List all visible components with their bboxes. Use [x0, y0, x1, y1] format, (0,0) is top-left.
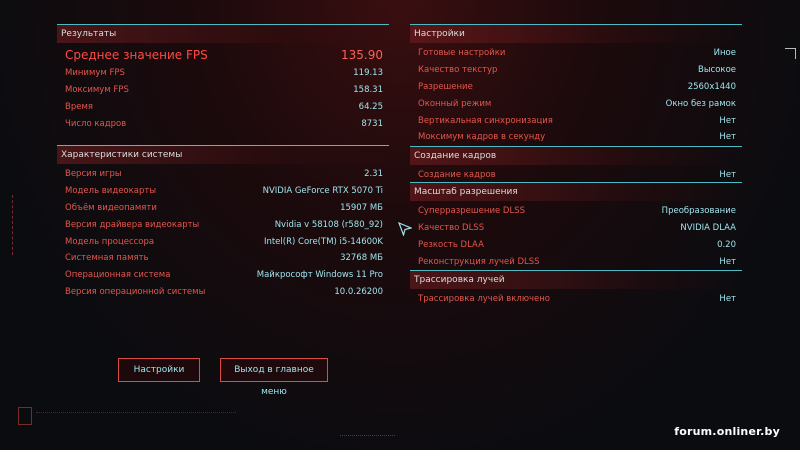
- system-row: Операционная система Майкрософт Windows 1…: [57, 267, 389, 284]
- row-label: Системная память: [65, 253, 149, 264]
- result-row: Число кадров 8731: [57, 115, 389, 132]
- frame-gen-panel: Создание кадров Создание кадров Нет: [410, 146, 742, 184]
- settings-row: Готовые настройки Иное: [410, 45, 742, 62]
- settings-row: Качество текстур Высокое: [410, 62, 742, 79]
- row-value: Высокое: [698, 65, 736, 76]
- row-value: 10.0.26200: [334, 286, 383, 297]
- result-row: Минимум FPS 119.13: [57, 65, 389, 82]
- row-label: Операционная система: [65, 270, 171, 281]
- row-label: Модель процессора: [65, 236, 155, 247]
- raytracing-panel: Трассировка лучей Трассировка лучей вклю…: [410, 270, 742, 308]
- row-value: Преобразование: [661, 206, 736, 217]
- settings-row: Оконный режим Окно без рамок: [410, 95, 742, 112]
- avg-fps-value: 135.90: [341, 48, 383, 62]
- row-label: Объём видеопамяти: [65, 202, 157, 213]
- results-header: Результаты: [57, 24, 389, 43]
- system-row: Версия игры 2.31: [57, 166, 389, 183]
- row-label: Версия операционной системы: [65, 286, 206, 297]
- avg-fps-label: Среднее значение FPS: [65, 48, 208, 62]
- row-label: Создание кадров: [418, 170, 496, 181]
- raytracing-row: Трассировка лучей включено Нет: [410, 291, 742, 308]
- row-value: Нет: [719, 256, 736, 267]
- settings-button[interactable]: Настройки: [118, 358, 200, 382]
- scaling-row: Резкость DLAA 0.20: [410, 237, 742, 254]
- row-value: 32768 МБ: [340, 253, 383, 264]
- system-row: Версия операционной системы 10.0.26200: [57, 284, 389, 301]
- row-label: Реконструкция лучей DLSS: [418, 256, 540, 267]
- settings-header: Настройки: [410, 24, 742, 43]
- row-label: Качество текстур: [418, 65, 498, 76]
- row-label: Готовые настройки: [418, 48, 506, 59]
- row-value: Nvidia v 58108 (r580_92): [274, 219, 383, 230]
- row-value: 0.20: [717, 239, 736, 250]
- system-row: Объём видеопамяти 15907 МБ: [57, 200, 389, 217]
- row-value: Нет: [719, 115, 736, 126]
- settings-panel: Настройки Готовые настройки Иное Качество…: [410, 24, 742, 146]
- row-label: Суперразрешение DLSS: [418, 206, 525, 217]
- system-header: Характеристики системы: [57, 145, 389, 164]
- result-row: Время 64.25: [57, 99, 389, 116]
- system-panel: Характеристики системы Версия игры 2.31 М…: [57, 145, 389, 300]
- left-edge-ticks: [12, 195, 16, 255]
- row-value: Нет: [719, 170, 736, 181]
- row-label: Оконный режим: [418, 98, 492, 109]
- row-value: Окно без рамок: [665, 98, 736, 109]
- settings-row: Разрешение 2560x1440: [410, 79, 742, 96]
- system-row: Модель видеокарты NVIDIA GeForce RTX 5070…: [57, 183, 389, 200]
- row-value: NVIDIA GeForce RTX 5070 Ti: [262, 186, 383, 197]
- scaling-row: Качество DLSS NVIDIA DLAA: [410, 220, 742, 237]
- bottom-tick-line: [36, 412, 236, 419]
- main-menu-button[interactable]: Выход в главное меню: [220, 358, 328, 397]
- row-label: Число кадров: [65, 118, 127, 129]
- scaling-row: Реконструкция лучей DLSS Нет: [410, 253, 742, 270]
- row-label: Версия драйвера видеокарты: [65, 219, 200, 230]
- top-right-corner-mark: [785, 48, 796, 59]
- bottom-center-tick-line: [340, 435, 395, 437]
- row-value: Майкрософт Windows 11 Pro: [256, 270, 383, 281]
- system-row: Версия драйвера видеокарты Nvidia v 58108…: [57, 216, 389, 233]
- row-label: Минимум FPS: [65, 68, 125, 79]
- row-label: Трассировка лучей включено: [418, 294, 550, 305]
- row-label: Моксимум FPS: [65, 85, 129, 96]
- row-value: 8731: [361, 118, 383, 129]
- row-value: Иное: [713, 48, 736, 59]
- scaling-header: Масштаб разрешения: [410, 182, 742, 201]
- frame-gen-header: Создание кадров: [410, 146, 742, 165]
- row-label: Модель видеокарты: [65, 186, 157, 197]
- row-value: NVIDIA DLAA: [680, 223, 736, 234]
- row-value: 2560x1440: [687, 81, 736, 92]
- avg-fps-row: Среднее значение FPS 135.90: [57, 45, 389, 65]
- row-label: Версия игры: [65, 169, 122, 180]
- row-value: Нет: [719, 132, 736, 143]
- row-value: 2.31: [364, 169, 383, 180]
- row-value: Intel(R) Core(TM) i5-14600K: [263, 236, 383, 247]
- settings-row: Моксимум кадров в секунду Нет: [410, 129, 742, 146]
- row-value: 158.31: [353, 85, 383, 96]
- results-panel: Результаты Среднее значение FPS 135.90 М…: [57, 24, 389, 132]
- scaling-panel: Масштаб разрешения Суперразрешение DLSS П…: [410, 182, 742, 270]
- row-label: Качество DLSS: [418, 223, 485, 234]
- system-row: Модель процессора Intel(R) Core(TM) i5-14…: [57, 233, 389, 250]
- row-value: 64.25: [358, 101, 383, 112]
- row-value: 15907 МБ: [340, 202, 383, 213]
- scaling-row: Суперразрешение DLSS Преобразование: [410, 203, 742, 220]
- row-value: Нет: [719, 294, 736, 305]
- row-label: Моксимум кадров в секунду: [418, 132, 546, 143]
- system-row: Системная память 32768 МБ: [57, 250, 389, 267]
- settings-row: Вертикальная синхронизация Нет: [410, 112, 742, 129]
- cursor-arrow-icon: [398, 222, 412, 236]
- result-row: Моксимум FPS 158.31: [57, 82, 389, 99]
- row-value: 119.13: [353, 68, 383, 79]
- row-label: Время: [65, 101, 93, 112]
- row-label: Резкость DLAA: [418, 239, 484, 250]
- version-badge-icon: [18, 407, 32, 425]
- row-label: Вертикальная синхронизация: [418, 115, 553, 126]
- watermark-text: forum.onliner.by: [674, 425, 780, 438]
- raytracing-header: Трассировка лучей: [410, 270, 742, 289]
- row-label: Разрешение: [418, 81, 473, 92]
